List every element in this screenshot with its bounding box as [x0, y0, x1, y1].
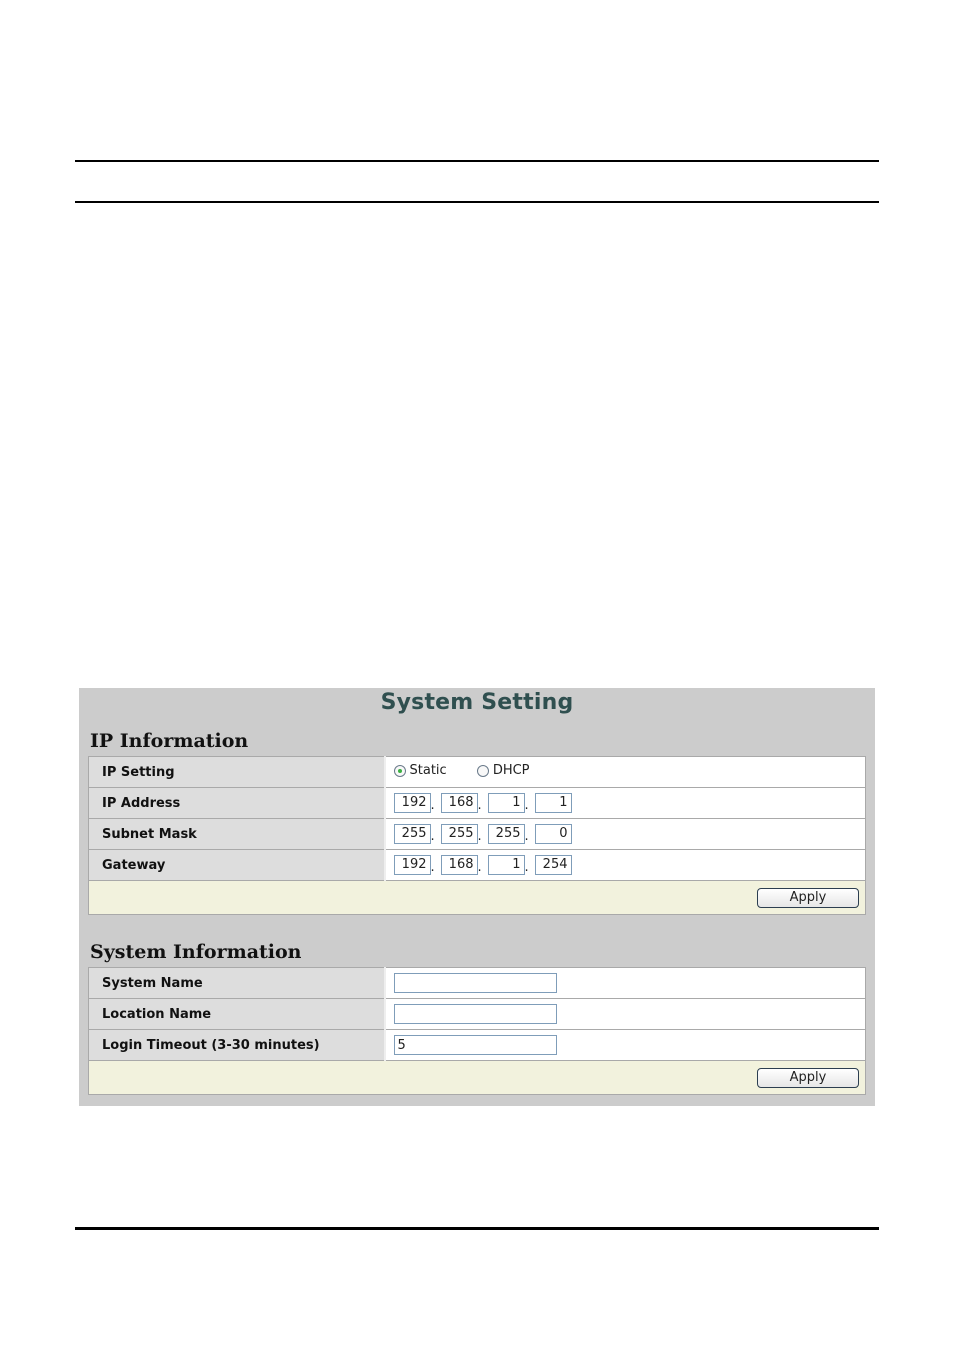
- ip-information-actions: Apply: [88, 880, 866, 915]
- ip-address-octet-4[interactable]: 1: [534, 793, 572, 813]
- system-name-input[interactable]: [393, 973, 557, 993]
- ip-address-octet-3[interactable]: 1: [487, 793, 525, 813]
- dhcp-radio-label: DHCP: [492, 763, 530, 779]
- system-setting-panel: System Setting IP Information IP Setting…: [79, 688, 875, 1106]
- system-information-footer: Apply: [88, 1060, 866, 1095]
- ip-setting-row: IP Setting Static DHCP: [88, 756, 866, 788]
- system-name-label: System Name: [88, 967, 386, 999]
- login-timeout-label: Login Timeout (3-30 minutes): [88, 1029, 386, 1061]
- subnet-mask-label: Subnet Mask: [88, 818, 386, 850]
- page-title: System Setting: [380, 690, 574, 715]
- gateway-octet-1[interactable]: 192: [393, 855, 431, 875]
- system-apply-button[interactable]: Apply: [757, 1067, 859, 1088]
- gateway-octet-4[interactable]: 254: [534, 855, 572, 875]
- gateway-label: Gateway: [88, 849, 386, 881]
- gateway-octet-3[interactable]: 1: [487, 855, 525, 875]
- subnet-mask-octet-1[interactable]: 255: [393, 824, 431, 844]
- dhcp-radio[interactable]: DHCP: [476, 763, 530, 779]
- gateway-octet-2[interactable]: 168: [440, 855, 478, 875]
- static-radio-label: Static: [409, 763, 447, 779]
- subnet-mask-row: Subnet Mask 255. 255. 255. 0: [88, 818, 866, 850]
- ip-information-table: IP Setting Static DHCP IP Address 192. 16…: [88, 756, 866, 915]
- ip-information-footer: Apply: [88, 880, 866, 915]
- location-name-row: Location Name: [88, 998, 866, 1030]
- gateway-row: Gateway 192. 168. 1. 254: [88, 849, 866, 881]
- subnet-mask-octet-4[interactable]: 0: [534, 824, 572, 844]
- system-name-value: [384, 967, 866, 999]
- ip-address-row: IP Address 192. 168. 1. 1: [88, 787, 866, 819]
- ip-setting-value: Static DHCP: [384, 756, 866, 788]
- ip-address-octet-2[interactable]: 168: [440, 793, 478, 813]
- subnet-mask-octet-3[interactable]: 255: [487, 824, 525, 844]
- octet-separator: .: [524, 798, 529, 813]
- radio-unselected-icon[interactable]: [476, 764, 489, 777]
- login-timeout-input[interactable]: [393, 1035, 557, 1055]
- header-rule-top: [75, 160, 879, 162]
- octet-separator: .: [430, 798, 435, 813]
- system-information-actions: Apply: [88, 1060, 866, 1095]
- ip-address-label: IP Address: [88, 787, 386, 819]
- octet-separator: .: [430, 860, 435, 875]
- location-name-label: Location Name: [88, 998, 386, 1030]
- system-information-table: System Name Location Name Login Timeout …: [88, 967, 866, 1095]
- octet-separator: .: [477, 860, 482, 875]
- ip-address-value: 192. 168. 1. 1: [384, 787, 866, 819]
- ip-information-heading: IP Information: [90, 730, 249, 752]
- header-rule-bottom: [75, 201, 879, 203]
- location-name-value: [384, 998, 866, 1030]
- octet-separator: .: [524, 829, 529, 844]
- gateway-value: 192. 168. 1. 254: [384, 849, 866, 881]
- location-name-input[interactable]: [393, 1004, 557, 1024]
- subnet-mask-value: 255. 255. 255. 0: [384, 818, 866, 850]
- ip-apply-button[interactable]: Apply: [757, 887, 859, 908]
- system-name-row: System Name: [88, 967, 866, 999]
- subnet-mask-octet-2[interactable]: 255: [440, 824, 478, 844]
- octet-separator: .: [477, 829, 482, 844]
- octet-separator: .: [524, 860, 529, 875]
- ip-setting-label: IP Setting: [88, 756, 386, 788]
- footer-rule: [75, 1227, 879, 1230]
- octet-separator: .: [477, 798, 482, 813]
- login-timeout-value: [384, 1029, 866, 1061]
- octet-separator: .: [430, 829, 435, 844]
- ip-address-octet-1[interactable]: 192: [393, 793, 431, 813]
- login-timeout-row: Login Timeout (3-30 minutes): [88, 1029, 866, 1061]
- static-radio[interactable]: Static: [393, 763, 447, 779]
- system-information-heading: System Information: [90, 941, 302, 963]
- radio-selected-icon[interactable]: [393, 764, 406, 777]
